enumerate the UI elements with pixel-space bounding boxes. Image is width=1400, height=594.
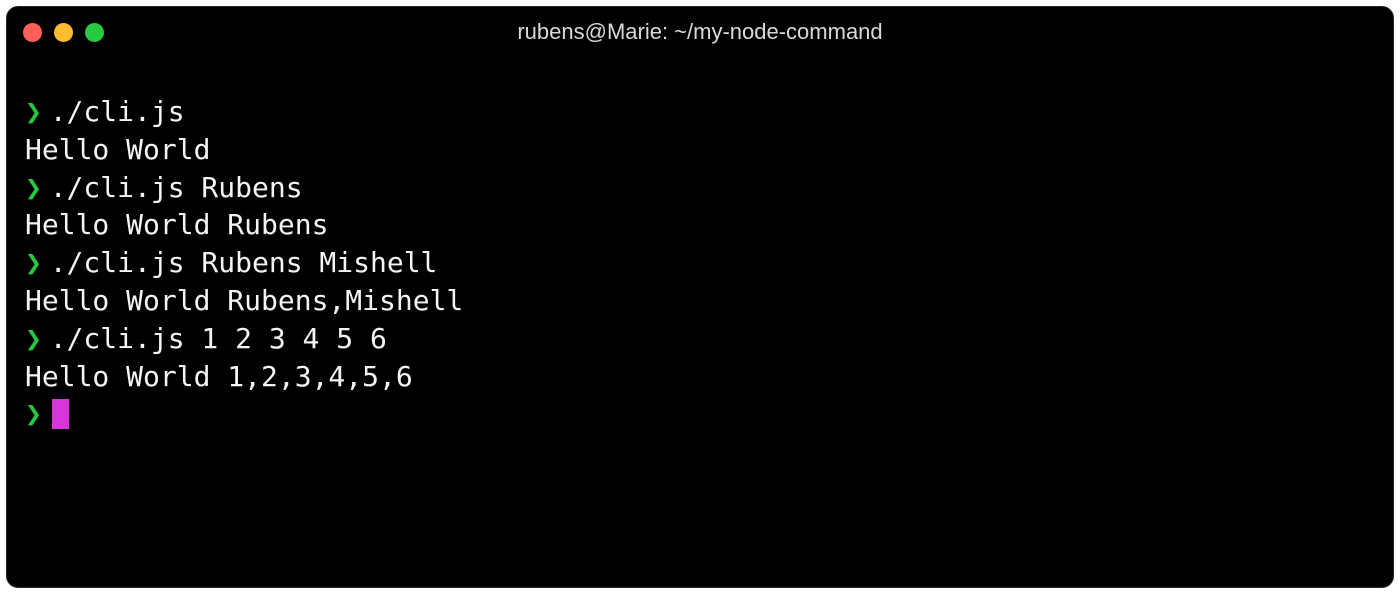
command-text: ./cli.js Rubens Mishell xyxy=(50,244,438,282)
command-line: ❯ ./cli.js Rubens Mishell xyxy=(25,244,1375,282)
cursor-icon xyxy=(52,399,69,429)
command-text: ./cli.js Rubens xyxy=(50,169,303,207)
close-icon[interactable] xyxy=(23,23,42,42)
terminal-body[interactable]: ❯ ./cli.js Hello World ❯ ./cli.js Rubens… xyxy=(7,57,1393,451)
output-text: Hello World Rubens xyxy=(25,206,328,244)
command-text: ./cli.js 1 2 3 4 5 6 xyxy=(50,320,387,358)
output-text: Hello World 1,2,3,4,5,6 xyxy=(25,358,413,396)
command-line: ❯ ./cli.js Rubens xyxy=(25,169,1375,207)
maximize-icon[interactable] xyxy=(85,23,104,42)
prompt-arrow-icon: ❯ xyxy=(25,320,42,358)
output-text: Hello World xyxy=(25,131,210,169)
command-line: ❯ ./cli.js xyxy=(25,93,1375,131)
prompt-arrow-icon: ❯ xyxy=(25,244,42,282)
title-bar: rubens@Marie: ~/my-node-command xyxy=(7,7,1393,57)
output-line: Hello World Rubens xyxy=(25,206,1375,244)
output-line: Hello World Rubens,Mishell xyxy=(25,282,1375,320)
output-text: Hello World Rubens,Mishell xyxy=(25,282,463,320)
prompt-arrow-icon: ❯ xyxy=(25,93,42,131)
traffic-lights xyxy=(23,23,104,42)
prompt-line[interactable]: ❯ xyxy=(25,395,1375,433)
terminal-window: rubens@Marie: ~/my-node-command ❯ ./cli.… xyxy=(6,6,1394,588)
command-text: ./cli.js xyxy=(50,93,185,131)
prompt-arrow-icon: ❯ xyxy=(25,169,42,207)
command-line: ❯ ./cli.js 1 2 3 4 5 6 xyxy=(25,320,1375,358)
output-line: Hello World xyxy=(25,131,1375,169)
prompt-arrow-icon: ❯ xyxy=(25,395,42,433)
window-title: rubens@Marie: ~/my-node-command xyxy=(7,19,1393,45)
minimize-icon[interactable] xyxy=(54,23,73,42)
output-line: Hello World 1,2,3,4,5,6 xyxy=(25,358,1375,396)
